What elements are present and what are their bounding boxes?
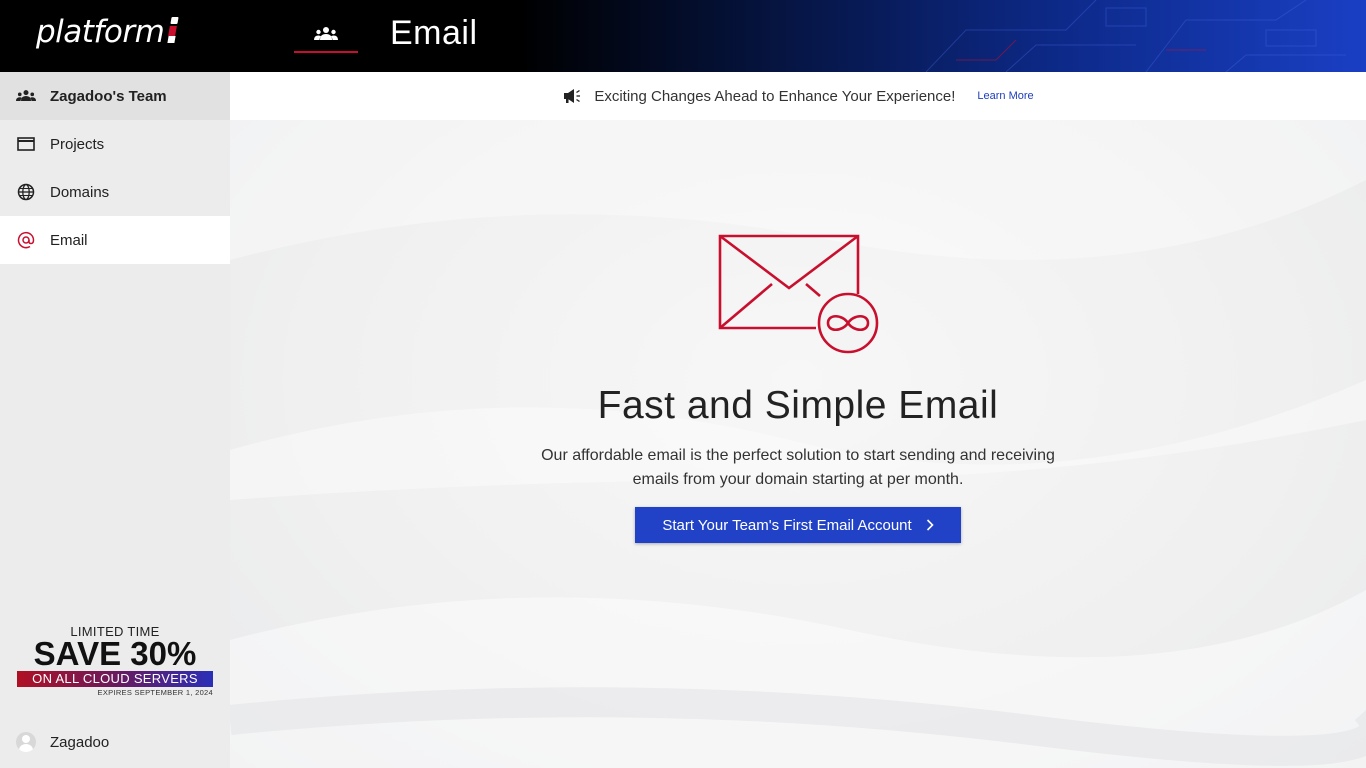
sidebar-item-domains[interactable]: Domains xyxy=(0,168,230,216)
main-content: Fast and Simple Email Our affordable ema… xyxy=(230,120,1366,768)
at-sign-icon xyxy=(16,230,36,250)
platform-logo[interactable]: platform xyxy=(36,14,179,50)
sidebar: Zagadoo's Team Projects Domains Email LI… xyxy=(0,72,230,768)
logo-text: platform xyxy=(36,14,165,50)
sidebar-item-label: Domains xyxy=(50,183,110,201)
promo-offer-band: ON ALL CLOUD SERVERS xyxy=(17,671,213,687)
hero-title: Fast and Simple Email xyxy=(597,384,999,427)
promo-expiry: EXPIRES SEPTEMBER 1, 2024 xyxy=(97,688,213,697)
sidebar-item-team[interactable]: Zagadoo's Team xyxy=(0,72,230,120)
promo-banner[interactable]: LIMITED TIME SAVE 30% ON ALL CLOUD SERVE… xyxy=(17,624,213,702)
user-profile[interactable]: Zagadoo xyxy=(16,732,109,752)
avatar xyxy=(16,732,36,752)
hero-description: Our affordable email is the perfect solu… xyxy=(541,447,1055,488)
start-email-account-button[interactable]: Start Your Team's First Email Account xyxy=(635,507,961,543)
globe-icon xyxy=(16,182,36,202)
email-infinity-icon xyxy=(718,234,879,354)
sidebar-item-label: Email xyxy=(50,231,88,249)
sidebar-item-projects[interactable]: Projects xyxy=(0,120,230,168)
header-circuit-decoration xyxy=(925,0,1346,72)
team-icon xyxy=(314,26,338,40)
promo-save-text: SAVE 30% xyxy=(33,635,197,672)
chevron-right-icon xyxy=(926,519,934,531)
sidebar-item-email[interactable]: Email xyxy=(0,216,230,264)
sidebar-item-label: Zagadoo's Team xyxy=(50,87,167,105)
logo-i-mark xyxy=(167,17,179,45)
learn-more-link[interactable]: Learn More xyxy=(977,90,1033,102)
window-icon xyxy=(16,134,36,154)
team-switch-button[interactable] xyxy=(294,16,358,53)
page-title: Email xyxy=(390,14,478,52)
announcement-bar: Exciting Changes Ahead to Enhance Your E… xyxy=(230,72,1366,120)
announcement-message: Exciting Changes Ahead to Enhance Your E… xyxy=(594,87,956,105)
cta-label: Start Your Team's First Email Account xyxy=(662,516,912,534)
sidebar-item-label: Projects xyxy=(50,135,105,153)
user-name: Zagadoo xyxy=(50,733,110,751)
team-icon xyxy=(16,86,36,106)
top-header: platform Email xyxy=(0,0,1366,72)
megaphone-icon xyxy=(564,89,581,103)
